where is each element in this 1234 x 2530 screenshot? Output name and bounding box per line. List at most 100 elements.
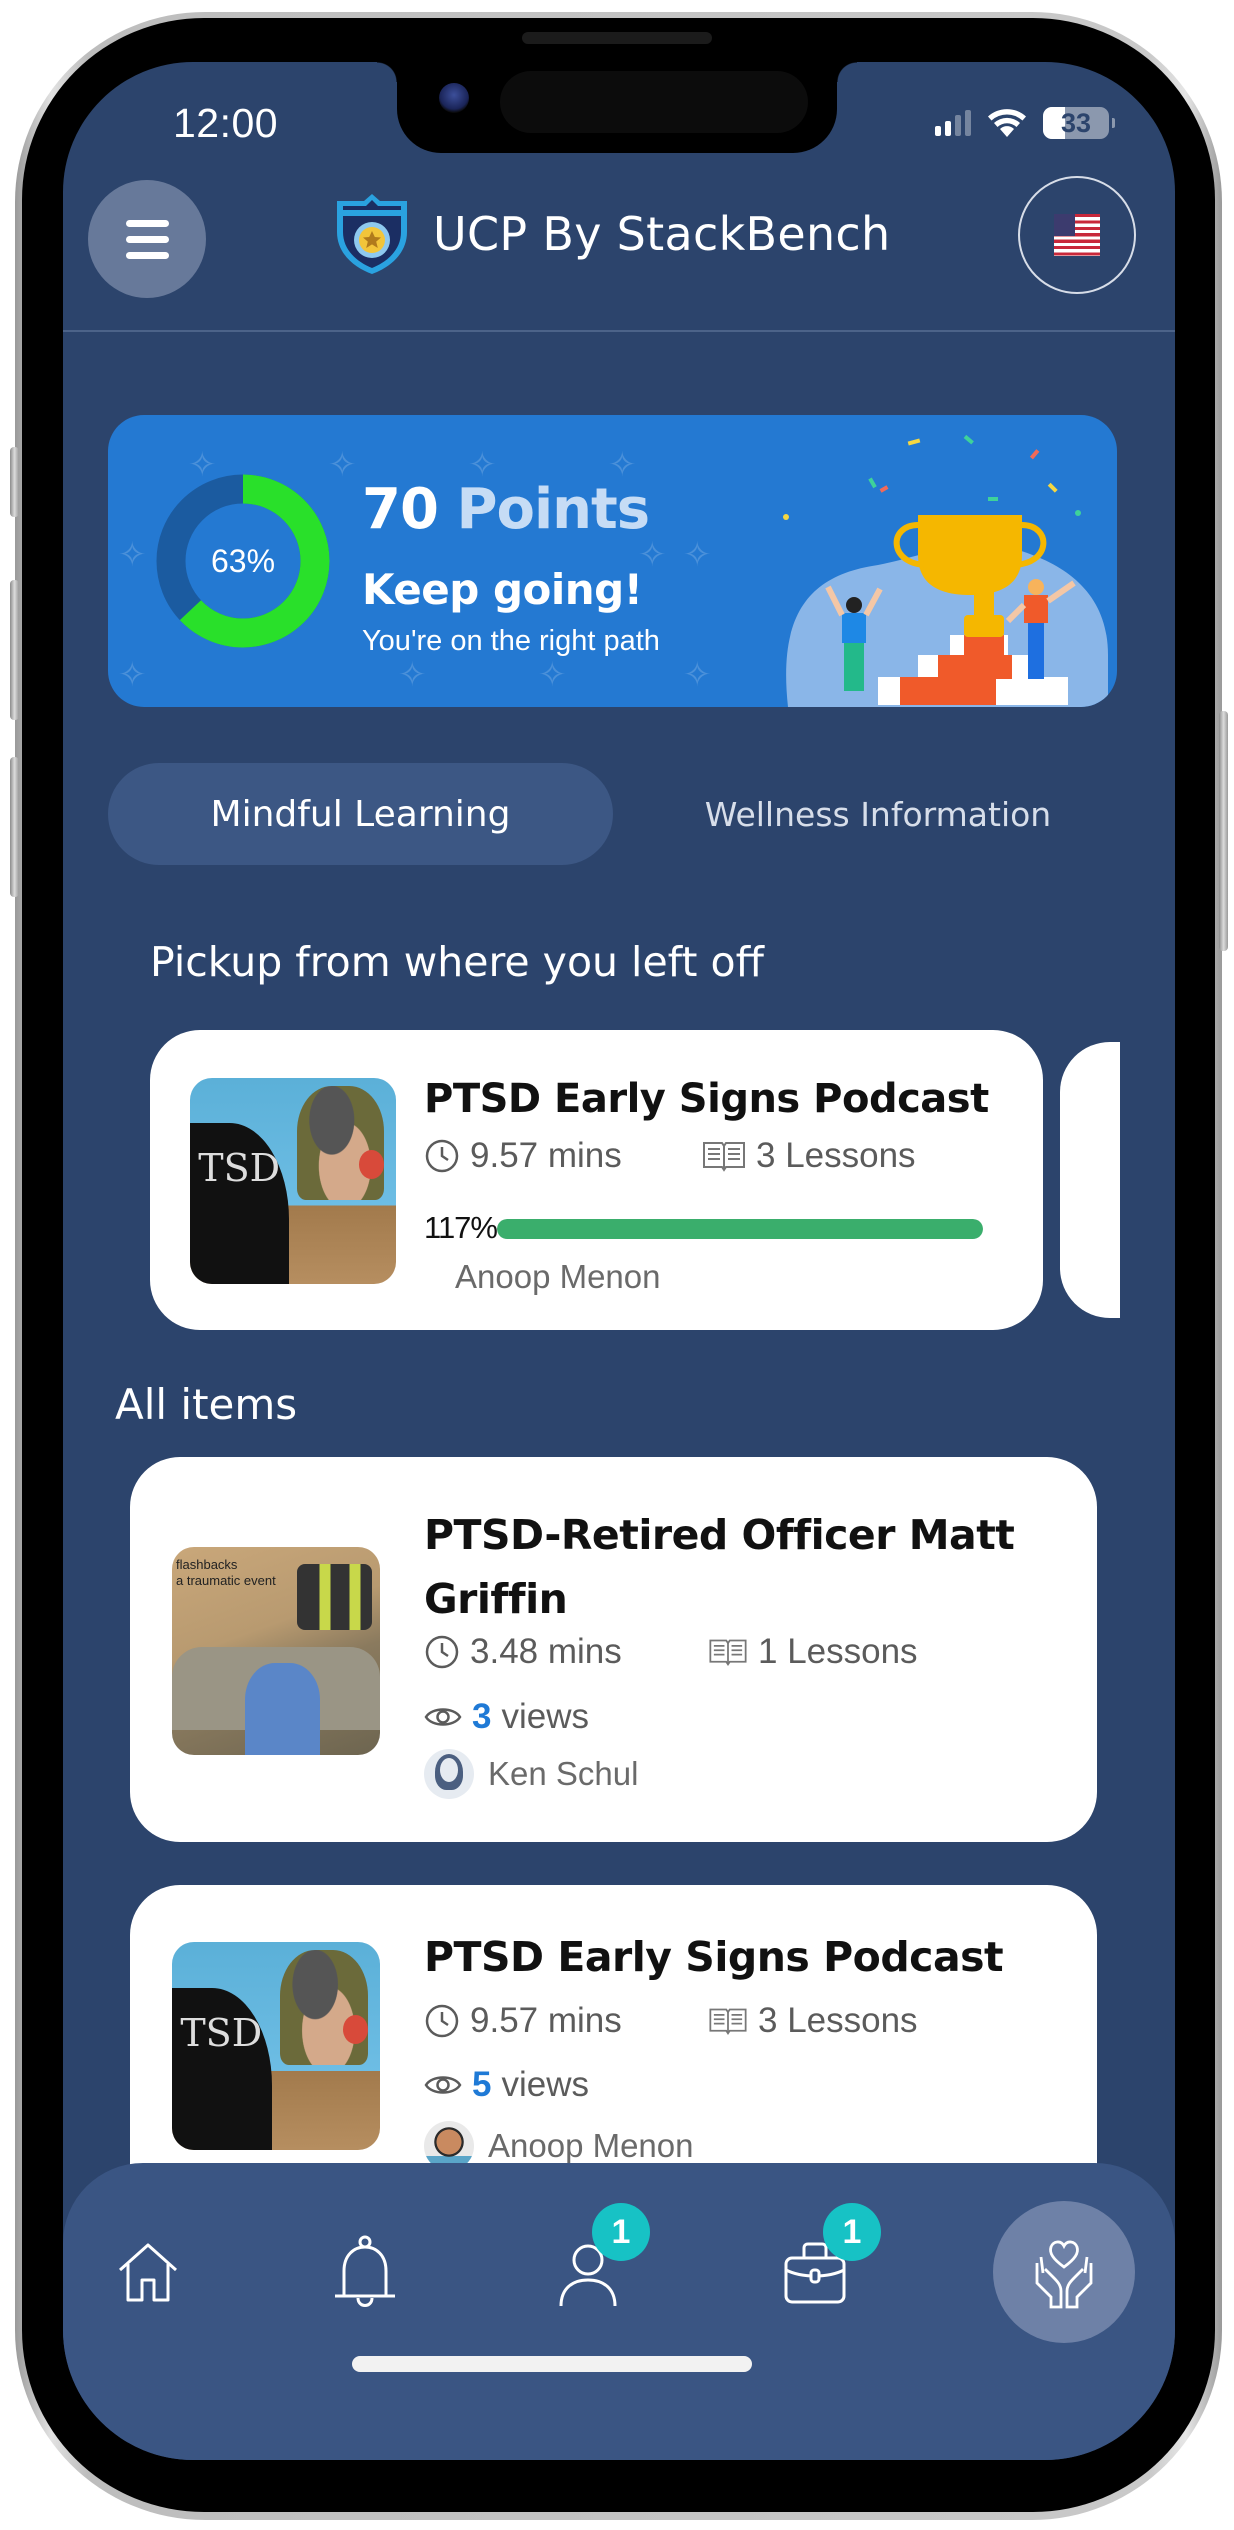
banner-subtext: You're on the right path bbox=[362, 625, 660, 657]
eye-icon bbox=[424, 2076, 462, 2094]
cellular-signal-icon bbox=[935, 110, 971, 136]
status-time: 12:00 bbox=[173, 100, 279, 146]
portfolio-badge: 1 bbox=[823, 2203, 881, 2261]
view-count: 5 views bbox=[424, 2065, 589, 2105]
ptsd-head-silhouette-thumbnail: TSD bbox=[172, 1942, 380, 2150]
author-name: Anoop Menon bbox=[488, 2127, 694, 2164]
lesson-count: 3 Lessons bbox=[708, 2001, 918, 2041]
lesson-count-text: 3 Lessons bbox=[756, 1136, 916, 1175]
thumbnail-text: TSD bbox=[198, 1145, 281, 1190]
lesson-count-text: 1 Lessons bbox=[758, 1632, 918, 1671]
views-label: views bbox=[501, 2065, 589, 2104]
flashbacks-traumatic-event-thumbnail: flashbacks a traumatic event bbox=[172, 1547, 380, 1755]
sparkle-icon: ✧ bbox=[683, 656, 712, 694]
tab-wellness-information[interactable]: Wellness Information bbox=[648, 763, 1108, 865]
banner-headline: Keep going! bbox=[362, 565, 643, 614]
nav-notifications[interactable] bbox=[325, 2233, 405, 2313]
sparkle-icon: ✧ bbox=[328, 446, 357, 484]
duration: 3.48 mins bbox=[424, 1632, 622, 1672]
points-banner[interactable]: ✧ ✧ ✧ ✧ ✧ ✧ ✧ ✧ ✧ ✧ ✧ 63% 70 Points Keep… bbox=[108, 415, 1117, 707]
app-title: UCP By StackBench bbox=[433, 207, 891, 261]
status-icons: 33 bbox=[935, 107, 1115, 139]
battery-icon: 33 bbox=[1043, 107, 1109, 139]
item-title: PTSD-Retired Officer Matt Griffin bbox=[424, 1511, 1015, 1623]
duration-text: 9.57 mins bbox=[470, 1136, 622, 1175]
heart-hands-icon bbox=[1035, 2240, 1093, 2309]
home-indicator[interactable] bbox=[352, 2356, 752, 2372]
us-flag-icon bbox=[1054, 214, 1100, 256]
views-count: 3 bbox=[472, 1697, 492, 1736]
bottom-navigation: 1 1 bbox=[63, 2163, 1175, 2460]
all-items-section-title: All items bbox=[115, 1380, 298, 1429]
nav-profile[interactable]: 1 bbox=[548, 2203, 650, 2313]
sparkle-icon: ✧ bbox=[118, 656, 147, 694]
lesson-count: 1 Lessons bbox=[708, 1632, 918, 1672]
app-header: UCP By StackBench bbox=[63, 172, 1175, 322]
book-icon bbox=[709, 2008, 747, 2035]
content-tabs: Mindful Learning Wellness Information bbox=[108, 763, 1117, 865]
progress-percent: 117% bbox=[424, 1210, 498, 1245]
pickup-card-title: PTSD Early Signs Podcast bbox=[424, 1076, 989, 1122]
views-label: views bbox=[501, 1697, 589, 1736]
bell-icon bbox=[335, 2235, 395, 2307]
menu-button[interactable] bbox=[88, 180, 206, 298]
earpiece-speaker bbox=[522, 32, 712, 44]
sparkle-icon: ✧ bbox=[118, 536, 147, 574]
clock-icon bbox=[425, 1635, 459, 1669]
author-name: Anoop Menon bbox=[455, 1258, 661, 1295]
eye-icon bbox=[424, 1708, 462, 1726]
duration-text: 3.48 mins bbox=[470, 1632, 622, 1671]
app-brand: UCP By StackBench bbox=[333, 192, 890, 276]
header-divider bbox=[63, 330, 1175, 332]
thumbnail-text: TSD bbox=[180, 2010, 263, 2055]
next-pickup-card-peek[interactable] bbox=[1060, 1042, 1120, 1318]
front-camera bbox=[439, 83, 469, 113]
hamburger-menu-icon bbox=[125, 219, 169, 227]
points-value: 70 bbox=[362, 477, 439, 542]
pickup-card[interactable]: TSD PTSD Early Signs Podcast 9.57 mins 3… bbox=[150, 1030, 1043, 1330]
ptsd-head-silhouette-thumbnail: TSD bbox=[190, 1078, 396, 1284]
sparkle-icon: ✧ bbox=[683, 536, 712, 574]
profile-badge: 1 bbox=[592, 2203, 650, 2261]
battery-level: 33 bbox=[1060, 107, 1092, 138]
duration: 9.57 mins bbox=[424, 1136, 622, 1176]
clock-icon bbox=[425, 2004, 459, 2038]
language-selector-button[interactable] bbox=[1018, 176, 1136, 294]
book-icon bbox=[703, 1142, 745, 1172]
default-avatar bbox=[424, 1749, 474, 1799]
progress-percent-label: 63% bbox=[210, 542, 276, 579]
volume-up-button bbox=[10, 580, 19, 720]
duration-text: 9.57 mins bbox=[470, 2001, 622, 2040]
author-name: Ken Schul bbox=[488, 1755, 639, 1792]
book-icon bbox=[709, 1639, 747, 1666]
nav-portfolio[interactable]: 1 bbox=[775, 2203, 881, 2313]
app-screen: 12:00 33 UCP By StackBench ✧ ✧ ✧ ✧ ✧ ✧ ✧… bbox=[63, 62, 1175, 2460]
home-icon bbox=[119, 2243, 177, 2302]
thumbnail-text: flashbacks a traumatic event bbox=[176, 1557, 276, 1588]
list-item[interactable]: flashbacks a traumatic event PTSD-Retire… bbox=[130, 1457, 1097, 1842]
points-total: 70 Points bbox=[362, 477, 650, 542]
item-title: PTSD Early Signs Podcast bbox=[424, 1933, 1004, 1981]
lesson-count-text: 3 Lessons bbox=[758, 2001, 918, 2040]
nav-wellness[interactable] bbox=[993, 2201, 1135, 2343]
dynamic-island bbox=[500, 71, 808, 133]
nav-home[interactable] bbox=[108, 2233, 188, 2313]
police-shield-badge-icon bbox=[337, 194, 407, 274]
sparkle-icon: ✧ bbox=[398, 656, 427, 694]
progress-bar bbox=[497, 1219, 983, 1239]
silent-switch bbox=[10, 447, 19, 517]
points-word: Points bbox=[456, 477, 650, 542]
volume-down-button bbox=[10, 757, 19, 897]
pickup-section-title: Pickup from where you left off bbox=[150, 938, 764, 986]
camera-notch bbox=[377, 62, 857, 153]
pickup-carousel[interactable]: TSD PTSD Early Signs Podcast 9.57 mins 3… bbox=[63, 1030, 1175, 1330]
power-button bbox=[1219, 711, 1228, 951]
progress-bar-fill bbox=[497, 1219, 983, 1239]
battery-tip bbox=[1112, 118, 1115, 128]
wifi-icon bbox=[988, 109, 1026, 137]
trophy-celebration-illustration bbox=[783, 434, 1108, 707]
tab-mindful-learning[interactable]: Mindful Learning bbox=[108, 763, 613, 865]
lesson-count: 3 Lessons bbox=[702, 1136, 916, 1176]
author: Anoop Menon bbox=[455, 1258, 661, 1296]
clock-icon bbox=[425, 1139, 459, 1173]
